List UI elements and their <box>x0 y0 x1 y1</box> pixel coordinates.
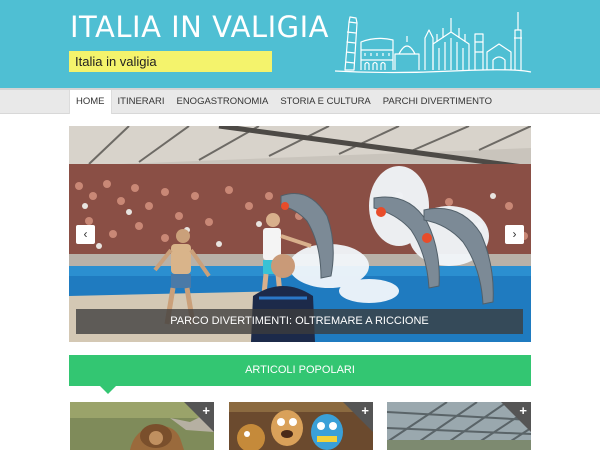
nav-item-parchi-divertimento[interactable]: PARCHI DIVERTIMENTO <box>377 90 498 114</box>
popular-article-thumbnail[interactable]: + <box>229 402 373 450</box>
site-title[interactable]: ITALIA IN VALIGIA <box>70 10 329 44</box>
slider-prev-button[interactable]: ‹ <box>76 225 95 244</box>
chevron-right-icon: › <box>512 227 517 241</box>
heading-pointer <box>100 386 116 394</box>
italian-landmarks-skyline-icon <box>334 12 532 74</box>
slider-next-button[interactable]: › <box>505 225 524 244</box>
featured-slider[interactable]: ‹ › PARCO DIVERTIMENTI: OLTREMARE A RICC… <box>69 126 531 342</box>
nav-item-itinerari[interactable]: ITINERARI <box>112 90 171 114</box>
site-tagline: Italia in valigia <box>69 51 272 72</box>
popular-article-thumbnail[interactable]: + <box>387 402 531 450</box>
nav-item-storia-e-cultura[interactable]: STORIA E CULTURA <box>274 90 376 114</box>
chevron-left-icon: ‹ <box>83 227 88 241</box>
main-navigation: HOME ITINERARI ENOGASTRONOMIA STORIA E C… <box>0 88 600 114</box>
nav-item-home[interactable]: HOME <box>69 90 112 114</box>
nav-item-enogastronomia[interactable]: ENOGASTRONOMIA <box>170 90 274 114</box>
popular-articles-heading: ARTICOLI POPOLARI <box>69 355 531 386</box>
plus-icon[interactable]: + <box>361 404 369 417</box>
slide-caption[interactable]: PARCO DIVERTIMENTI: OLTREMARE A RICCIONE <box>76 309 523 334</box>
popular-article-thumbnail[interactable]: + <box>70 402 214 450</box>
plus-icon[interactable]: + <box>519 404 527 417</box>
site-header: ITALIA IN VALIGIA Italia in valigia <box>0 0 600 88</box>
plus-icon[interactable]: + <box>202 404 210 417</box>
